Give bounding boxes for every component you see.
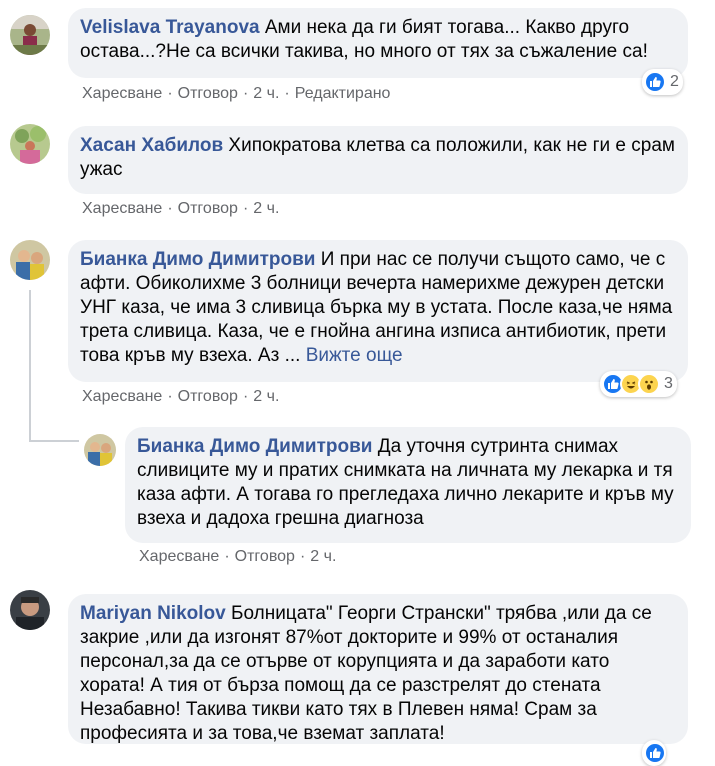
reaction-count: 3	[664, 375, 673, 392]
separator: ·	[242, 200, 249, 217]
reply-button[interactable]: Отговор	[178, 388, 238, 405]
comment-actions: Харесване · Отговор · 2 ч.	[82, 388, 279, 406]
comment-actions: Харесване · Отговор · 2 ч.	[82, 200, 279, 218]
like-button[interactable]: Харесване	[82, 388, 162, 405]
reaction-summary[interactable]	[642, 740, 666, 766]
separator: ·	[167, 85, 173, 102]
avatar[interactable]	[10, 590, 50, 630]
separator: ·	[284, 85, 290, 102]
reply-button[interactable]: Отговор	[178, 200, 238, 217]
separator: ·	[167, 388, 173, 405]
reply-button[interactable]: Отговор	[235, 548, 295, 565]
comment-actions: Харесване · Отговор · 2 ч.	[139, 548, 336, 566]
reaction-summary[interactable]: 2	[642, 69, 683, 95]
timestamp[interactable]: 2 ч.	[253, 388, 279, 405]
separator: ·	[242, 388, 249, 405]
see-more-link[interactable]: Вижте още	[306, 345, 403, 366]
comment-bubble: Хасан Хабилов Хипократова клетва са поло…	[68, 126, 688, 194]
separator: ·	[167, 200, 173, 217]
comment-actions: Харесване · Отговор · 2 ч. · Редактирано	[82, 85, 390, 103]
separator: ·	[299, 548, 306, 565]
reply-bubble: Бианка Димо Димитрови Да уточня сутринта…	[125, 427, 691, 543]
avatar[interactable]	[84, 434, 116, 466]
like-button[interactable]: Харесване	[139, 548, 219, 565]
avatar[interactable]	[10, 124, 50, 164]
comment-bubble: Mariyan Nikolov Болницата" Георги Странс…	[68, 594, 688, 744]
reply-thread-line	[29, 440, 79, 442]
separator: ·	[224, 548, 230, 565]
reaction-summary[interactable]: 3	[600, 371, 677, 397]
like-reaction-icon	[644, 71, 666, 93]
reply-thread-line	[29, 290, 31, 440]
comment-author[interactable]: Бианка Димо Димитрови	[137, 436, 372, 457]
like-reaction-icon	[644, 742, 666, 764]
wow-reaction-icon	[638, 373, 660, 395]
comment-text: Болницата" Георги Странски" трябва ,или …	[80, 603, 652, 744]
separator: ·	[242, 85, 249, 102]
comment-bubble: Velislava Trayanova Ами нека да ги бият …	[68, 8, 688, 78]
reply-button[interactable]: Отговор	[178, 85, 238, 102]
edited-label[interactable]: Редактирано	[295, 85, 391, 102]
comment-author[interactable]: Mariyan Nikolov	[80, 603, 226, 624]
comment-author[interactable]: Velislava Trayanova	[80, 17, 260, 38]
avatar[interactable]	[10, 240, 50, 280]
avatar[interactable]	[10, 15, 50, 55]
like-button[interactable]: Харесване	[82, 85, 162, 102]
timestamp[interactable]: 2 ч.	[310, 548, 336, 565]
reaction-count: 2	[670, 73, 679, 90]
comment-author[interactable]: Хасан Хабилов	[80, 135, 223, 156]
comment-bubble: Бианка Димо Димитрови И при нас се получ…	[68, 240, 688, 382]
comment-author[interactable]: Бианка Димо Димитрови	[80, 249, 315, 270]
timestamp[interactable]: 2 ч.	[253, 200, 279, 217]
like-button[interactable]: Харесване	[82, 200, 162, 217]
timestamp[interactable]: 2 ч.	[253, 85, 279, 102]
